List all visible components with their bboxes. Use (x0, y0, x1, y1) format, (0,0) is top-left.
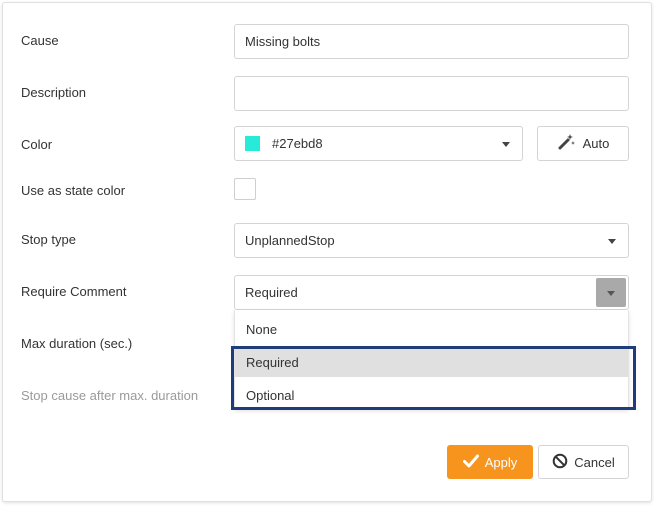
color-swatch (245, 136, 260, 151)
dropdown-option-required[interactable]: Required (235, 347, 628, 377)
chevron-down-icon (502, 141, 510, 147)
chevron-down-icon (607, 290, 615, 296)
color-value: #27ebd8 (272, 136, 323, 151)
cancel-label: Cancel (574, 454, 615, 470)
color-label: Color (21, 137, 53, 152)
dropdown-toggle[interactable] (596, 278, 626, 307)
apply-button[interactable]: Apply (447, 445, 533, 479)
max-duration-label: Max duration (sec.) (21, 336, 133, 351)
require-comment-select[interactable]: Required (234, 275, 629, 310)
use-as-state-color-checkbox[interactable] (234, 178, 256, 200)
auto-button-label: Auto (582, 136, 610, 151)
description-label: Description (21, 85, 87, 100)
require-comment-value: Required (245, 285, 298, 300)
stop-cause-after-label: Stop cause after max. duration (21, 388, 199, 403)
cancel-button[interactable]: Cancel (538, 445, 629, 479)
use-as-state-color-label: Use as state color (21, 183, 126, 198)
require-comment-label: Require Comment (21, 284, 127, 299)
check-icon (462, 454, 479, 471)
description-input[interactable] (234, 76, 629, 111)
chevron-down-icon (608, 238, 616, 244)
cause-label: Cause (21, 33, 59, 48)
auto-color-button[interactable]: Auto (537, 126, 629, 161)
stop-type-value: UnplannedStop (245, 233, 335, 248)
apply-label: Apply (484, 454, 518, 470)
magic-wand-icon (557, 133, 575, 154)
color-select[interactable]: #27ebd8 (234, 126, 523, 161)
cause-input[interactable]: Missing bolts (234, 24, 629, 59)
require-comment-dropdown: None Required Optional (234, 310, 629, 409)
ban-icon (552, 453, 568, 472)
dropdown-option-optional[interactable]: Optional (235, 380, 628, 410)
stop-type-label: Stop type (21, 232, 76, 247)
stop-type-select[interactable]: UnplannedStop (234, 223, 629, 258)
dropdown-option-none[interactable]: None (235, 314, 628, 344)
cause-value: Missing bolts (245, 34, 321, 49)
